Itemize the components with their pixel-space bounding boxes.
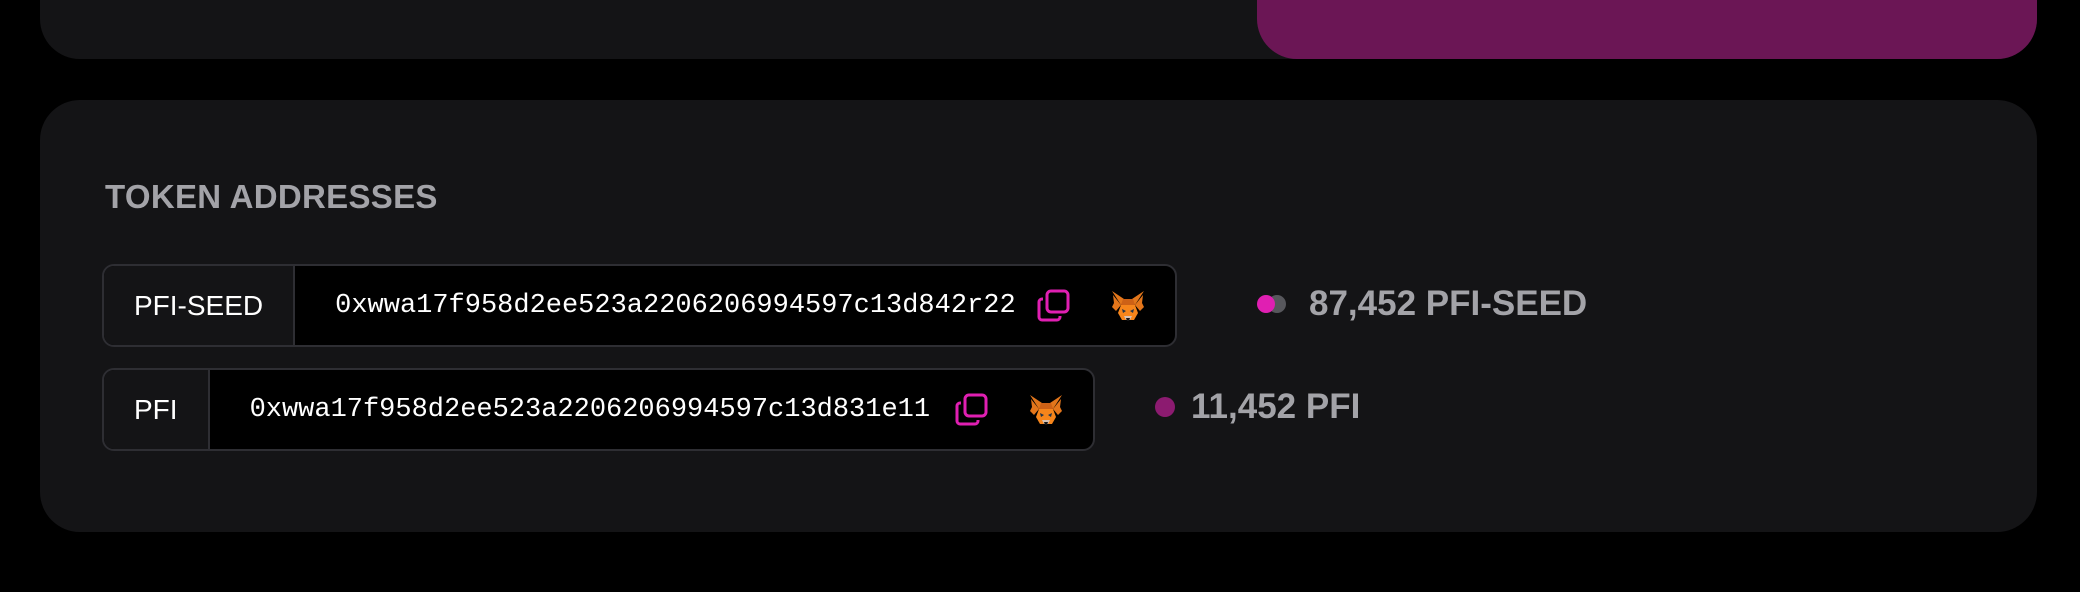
section-title: TOKEN ADDRESSES: [105, 178, 438, 215]
add-to-metamask-button[interactable]: [1009, 370, 1083, 449]
token-balance-pfi-seed: 87,452 PFI-SEED: [1257, 284, 1587, 324]
token-address[interactable]: 0xwwa17f958d2ee523a2206206994597c13d831e…: [210, 370, 935, 449]
status-dot: [1155, 397, 1175, 417]
token-label: PFI-SEED: [104, 266, 296, 345]
copy-icon: [955, 393, 988, 425]
balance-text: 11,452 PFI: [1191, 387, 1361, 426]
status-dots: [1257, 294, 1293, 314]
copy-address-button[interactable]: [935, 370, 1009, 449]
metamask-fox-icon: [1112, 290, 1144, 321]
token-address-row-pfi: PFI 0xwwa17f958d2ee523a2206206994597c13d…: [102, 368, 1095, 451]
copy-address-button[interactable]: [1017, 266, 1091, 345]
add-to-metamask-button[interactable]: [1091, 266, 1165, 345]
top-accent-panel: [1257, 0, 2037, 59]
token-addresses-card: TOKEN ADDRESSES PFI-SEED 0xwwa17f958d2ee…: [40, 100, 2037, 532]
copy-icon: [1037, 289, 1070, 321]
token-address[interactable]: 0xwwa17f958d2ee523a2206206994597c13d842r…: [295, 266, 1017, 345]
token-balance-pfi: 11,452 PFI: [1155, 387, 1360, 427]
token-address-row-pfi-seed: PFI-SEED 0xwwa17f958d2ee523a220620699459…: [102, 264, 1177, 347]
balance-text: 87,452 PFI-SEED: [1309, 284, 1588, 323]
token-label: PFI: [104, 370, 210, 449]
metamask-fox-icon: [1030, 394, 1062, 425]
